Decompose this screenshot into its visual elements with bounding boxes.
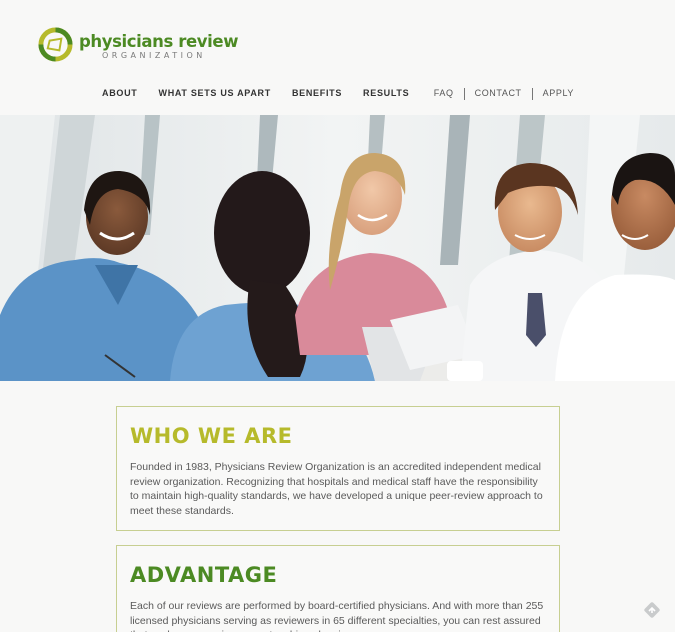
utility-nav: FAQ CONTACT APPLY xyxy=(434,87,574,100)
logo-ring-icon xyxy=(38,27,73,62)
nav-divider xyxy=(463,87,465,100)
diamond-arrow-icon[interactable] xyxy=(643,601,661,619)
main-nav: ABOUT WHAT SETS US APART BENEFITS RESULT… xyxy=(102,87,430,99)
who-we-are-card: WHO WE ARE Founded in 1983, Physicians R… xyxy=(116,406,560,531)
logo[interactable]: physicians review ORGANIZATION xyxy=(38,27,238,67)
hero-image xyxy=(0,115,675,381)
nav-about[interactable]: ABOUT xyxy=(102,87,138,99)
who-we-are-text: Founded in 1983, Physicians Review Organ… xyxy=(130,461,543,517)
site-header: physicians review ORGANIZATION ABOUT WHA… xyxy=(0,0,675,115)
advantage-text: Each of our reviews are performed by boa… xyxy=(130,600,544,632)
nav-benefits[interactable]: BENEFITS xyxy=(292,87,342,99)
logo-name: physicians review xyxy=(79,32,239,51)
nav-contact[interactable]: CONTACT xyxy=(475,87,522,100)
nav-divider xyxy=(531,87,533,100)
advantage-card: ADVANTAGE Each of our reviews are perfor… xyxy=(116,545,560,632)
nav-faq[interactable]: FAQ xyxy=(434,87,454,100)
nav-what-sets-us-apart[interactable]: WHAT SETS US APART xyxy=(159,87,271,99)
nav-results[interactable]: RESULTS xyxy=(363,87,409,99)
nav-apply[interactable]: APPLY xyxy=(543,87,574,100)
logo-subtitle: ORGANIZATION xyxy=(102,51,206,60)
advantage-title: ADVANTAGE xyxy=(130,563,278,587)
who-we-are-title: WHO WE ARE xyxy=(130,424,293,448)
